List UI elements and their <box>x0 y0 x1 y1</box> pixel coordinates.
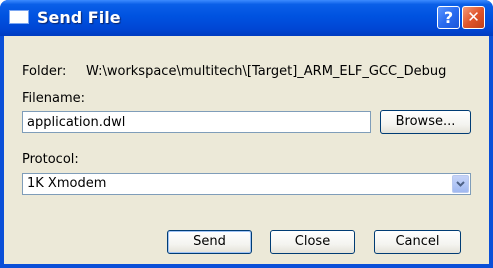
dialog-body: Folder: W:\workspace\multitech\[Target]_… <box>4 36 489 264</box>
chevron-down-icon <box>456 181 465 187</box>
filename-input[interactable] <box>22 111 371 133</box>
send-button[interactable]: Send <box>167 230 252 254</box>
cancel-button[interactable]: Cancel <box>374 230 461 254</box>
dropdown-arrow-button[interactable] <box>452 175 469 193</box>
protocol-select[interactable]: 1K Xmodem <box>22 173 471 195</box>
window-border <box>0 264 493 268</box>
folder-path: W:\workspace\multitech\[Target]_ARM_ELF_… <box>86 64 447 79</box>
close-icon[interactable]: ✕ <box>462 6 485 29</box>
protocol-label: Protocol: <box>22 152 79 167</box>
help-icon[interactable]: ? <box>437 6 460 29</box>
browse-button[interactable]: Browse... <box>380 110 471 134</box>
send-file-dialog: Send File ? ✕ Folder: W:\workspace\multi… <box>0 0 493 268</box>
filename-label: Filename: <box>22 91 86 106</box>
window-title: Send File <box>37 8 121 27</box>
protocol-selected-value: 1K Xmodem <box>27 176 107 191</box>
title-bar[interactable]: Send File ? ✕ <box>0 0 493 36</box>
close-button[interactable]: Close <box>270 230 355 254</box>
window-icon <box>9 10 29 24</box>
folder-label: Folder: <box>22 64 67 79</box>
